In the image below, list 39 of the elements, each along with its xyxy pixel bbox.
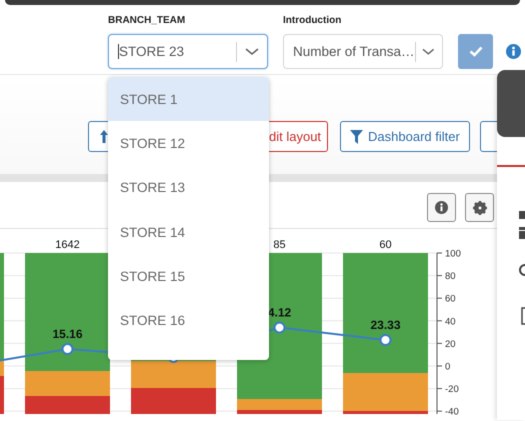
bar-total-label: 60: [379, 239, 392, 251]
select-field[interactable]: Number of Transa…: [283, 34, 443, 69]
data-point: [62, 343, 74, 356]
filter-label: Introduction: [283, 15, 342, 27]
dropdown-option[interactable]: STORE 14: [108, 210, 269, 254]
axis-label: 0: [445, 361, 450, 372]
data-label: 15.16: [52, 327, 83, 342]
dashboard-filter-button[interactable]: Dashboard filter: [340, 121, 470, 152]
upload-icon: [99, 129, 109, 144]
axis-label: 40: [445, 316, 456, 328]
side-icon[interactable]: [517, 227, 525, 239]
side-icon[interactable]: [517, 209, 525, 221]
axis-label: 60: [445, 294, 456, 305]
bar-total-label: 1642: [55, 239, 80, 251]
axis-label: 20: [445, 338, 456, 350]
dropdown-option[interactable]: STORE 1: [108, 77, 269, 122]
info-icon[interactable]: [506, 44, 521, 59]
data-label: 23.33: [370, 318, 401, 332]
data-label: 4.12: [268, 306, 292, 320]
bar-total-label: 85: [273, 239, 286, 251]
dropdown-option[interactable]: STORE 13: [108, 166, 269, 210]
data-point: [380, 334, 392, 346]
filter-label: BRANCH_TEAM: [108, 15, 186, 27]
tooltip-panel: [497, 70, 525, 137]
info-icon: [435, 201, 448, 214]
side-icon[interactable]: [517, 264, 525, 276]
info-button[interactable]: [427, 193, 456, 222]
axis-label: -40: [445, 406, 459, 417]
settings-icon: [472, 200, 486, 214]
filter-icon: [350, 130, 364, 144]
axis-label: 100: [445, 248, 461, 260]
dropdown-option[interactable]: STORE 15: [108, 254, 269, 298]
select-field[interactable]: STORE 23: [108, 34, 268, 69]
axis-label: -20: [445, 384, 459, 396]
axis-label: 80: [445, 271, 456, 282]
data-point: [274, 322, 286, 334]
check-icon: [468, 46, 482, 57]
settings-button[interactable]: [465, 193, 494, 222]
dropdown-option[interactable]: STORE 16: [108, 298, 269, 343]
